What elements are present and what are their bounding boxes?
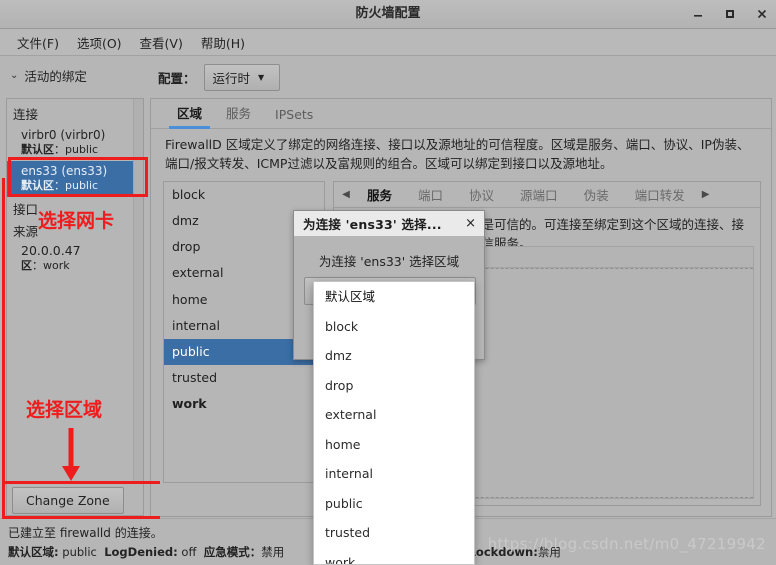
- scroll-left-icon[interactable]: ◀: [338, 189, 354, 200]
- configuration-label: 配置：: [158, 68, 196, 87]
- dialog-titlebar: 为连接 'ens33' 选择... ×: [294, 211, 484, 237]
- annotation-line-left: [2, 178, 5, 483]
- bindings-scrollbar[interactable]: [133, 99, 143, 484]
- status-connection: 已建立至 firewalld 的连接。: [8, 524, 163, 541]
- zone-dropdown-popup[interactable]: 默认区域 block dmz drop external home intern…: [313, 281, 475, 565]
- zone-detail-tabstrip: ◀ 服务 端口 协议 源端口 伪装 端口转发 ▶: [334, 182, 760, 208]
- dropdown-item-dmz[interactable]: dmz: [314, 341, 474, 371]
- configuration-combobox[interactable]: 运行时 ▼: [204, 64, 280, 91]
- dialog-prompt: 为连接 'ens33' 选择区域: [304, 251, 474, 270]
- menu-options[interactable]: 选项(O): [68, 30, 131, 55]
- status-default-zone-label: 默认区域:: [8, 545, 59, 559]
- window-controls: [690, 0, 770, 28]
- dropdown-item-drop[interactable]: drop: [314, 371, 474, 401]
- zone-item-work[interactable]: work: [164, 391, 324, 417]
- connection-name: virbr0 (virbr0): [21, 128, 137, 143]
- dropdown-item-default[interactable]: 默认区域: [314, 282, 474, 312]
- status-panic-label: 应急模式：: [204, 545, 262, 559]
- main-tabstrip: 区域 服务 IPSets: [151, 99, 771, 129]
- source-item[interactable]: 20.0.0.47 区：work: [7, 241, 143, 276]
- menu-help[interactable]: 帮助(H): [192, 30, 254, 55]
- source-zone: 区：work: [21, 259, 137, 273]
- tab-protocols[interactable]: 协议: [456, 182, 507, 207]
- dialog-body: 为连接 'ens33' 选择区域: [294, 237, 484, 270]
- tab-zones[interactable]: 区域: [165, 99, 214, 128]
- tab-ports[interactable]: 端口: [405, 182, 456, 207]
- status-summary: 默认区域: public LogDenied: off 应急模式：禁用 m (o…: [8, 544, 561, 560]
- tab-masquerade[interactable]: 伪装: [571, 182, 622, 207]
- status-default-zone-value: public: [62, 545, 97, 559]
- menubar: 文件(F) 选项(O) 查看(V) 帮助(H): [0, 29, 776, 56]
- close-icon[interactable]: ×: [463, 216, 478, 231]
- connections-header: 连接: [7, 99, 143, 125]
- window-title: 防火墙配置: [0, 0, 776, 28]
- active-bindings-toggle[interactable]: ⌄ 活动的绑定: [10, 66, 87, 85]
- annotation-arrow-down: [60, 428, 82, 485]
- dropdown-item-home[interactable]: home: [314, 430, 474, 460]
- titlebar: 防火墙配置: [0, 0, 776, 29]
- connection-name: ens33 (ens33): [21, 164, 137, 179]
- configuration-value: 运行时: [213, 68, 251, 87]
- zone-item-trusted[interactable]: trusted: [164, 365, 324, 391]
- dropdown-item-internal[interactable]: internal: [314, 459, 474, 489]
- configuration-selector: 配置： 运行时 ▼: [158, 64, 280, 91]
- chevron-down-icon: ▼: [258, 73, 264, 82]
- dialog-title: 为连接 'ens33' 选择...: [303, 214, 442, 233]
- tab-services[interactable]: 服务: [214, 99, 263, 128]
- tab-source-ports[interactable]: 源端口: [507, 182, 571, 207]
- connection-item-ens33[interactable]: ens33 (ens33) 默认区：public: [7, 161, 143, 197]
- zone-item-block[interactable]: block: [164, 182, 324, 208]
- maximize-icon[interactable]: [722, 6, 738, 22]
- dropdown-item-public[interactable]: public: [314, 489, 474, 519]
- dropdown-item-work[interactable]: work: [314, 548, 474, 565]
- connection-zone: 默认区：public: [21, 143, 137, 157]
- status-logdenied-value: off: [181, 545, 196, 559]
- zones-description: FirewallD 区域定义了绑定的网络连接、接口以及源地址的可信程度。区域是服…: [165, 135, 759, 174]
- connection-item-virbr0[interactable]: virbr0 (virbr0) 默认区：public: [7, 125, 143, 161]
- tab-port-forward[interactable]: 端口转发: [622, 182, 698, 207]
- annotation-select-nic: 选择网卡: [38, 206, 114, 233]
- status-panic-value: 禁用: [261, 545, 284, 559]
- dropdown-item-trusted[interactable]: trusted: [314, 518, 474, 548]
- menu-file[interactable]: 文件(F): [8, 30, 68, 55]
- active-bindings-label: 活动的绑定: [24, 66, 87, 85]
- annotation-select-zone: 选择区域: [26, 395, 102, 422]
- dropdown-item-block[interactable]: block: [314, 312, 474, 342]
- bindings-panel: 连接 virbr0 (virbr0) 默认区：public ens33 (ens…: [6, 98, 144, 485]
- source-address: 20.0.0.47: [21, 243, 137, 259]
- connection-zone: 默认区：public: [21, 179, 137, 193]
- scroll-right-icon[interactable]: ▶: [698, 189, 714, 200]
- toolbar: ⌄ 活动的绑定 配置： 运行时 ▼: [0, 57, 776, 97]
- chevron-down-icon: ⌄: [10, 71, 18, 81]
- tab-services[interactable]: 服务: [354, 182, 405, 207]
- change-zone-button[interactable]: Change Zone: [12, 487, 124, 514]
- status-logdenied-label: LogDenied:: [104, 545, 178, 559]
- minimize-icon[interactable]: [690, 6, 706, 22]
- watermark: https://blog.csdn.net/m0_47219942: [488, 535, 766, 553]
- menu-view[interactable]: 查看(V): [131, 30, 192, 55]
- tab-ipsets[interactable]: IPSets: [263, 103, 325, 128]
- app-window: 防火墙配置 文件(F) 选项(O) 查看(V) 帮助(H) ⌄ 活动的绑定 配置…: [0, 0, 776, 563]
- dropdown-item-external[interactable]: external: [314, 400, 474, 430]
- close-icon[interactable]: [754, 6, 770, 22]
